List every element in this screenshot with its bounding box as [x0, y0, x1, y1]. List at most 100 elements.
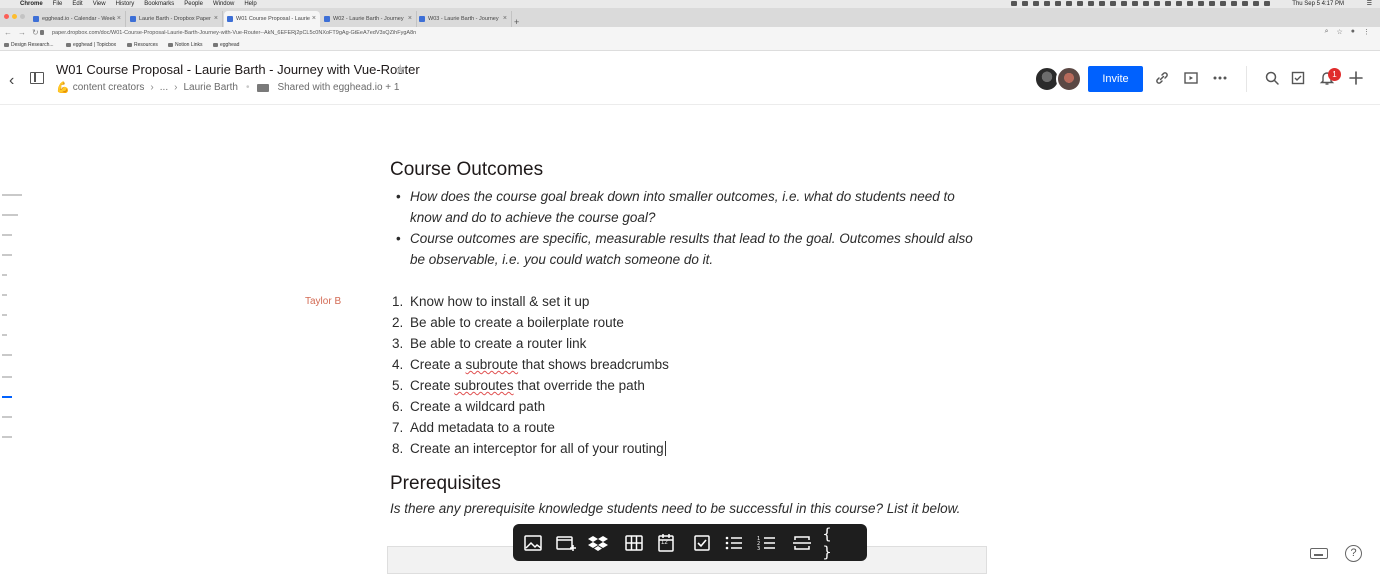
outline-mark[interactable]	[2, 334, 7, 336]
dropbox-icon[interactable]	[586, 531, 610, 555]
notification-center-icon[interactable]: ☰	[1367, 0, 1372, 8]
tray-icon[interactable]	[1121, 1, 1127, 6]
list-item[interactable]: 6. Create a wildcard path	[390, 396, 669, 417]
bookmark-item[interactable]: Design Research...	[4, 40, 54, 50]
close-tab-icon[interactable]: ×	[503, 11, 507, 27]
close-window-icon[interactable]	[4, 14, 9, 19]
close-tab-icon[interactable]: ×	[117, 11, 121, 27]
table-icon[interactable]	[622, 531, 646, 555]
comment-author[interactable]: Taylor B	[305, 296, 341, 307]
tray-icon[interactable]	[1176, 1, 1182, 6]
code-icon[interactable]: { }	[823, 525, 847, 561]
avatar[interactable]	[1056, 66, 1082, 92]
menu-bookmarks[interactable]: Bookmarks	[144, 0, 174, 8]
section-heading-outcomes[interactable]: Course Outcomes	[390, 159, 543, 181]
link-icon[interactable]	[1153, 70, 1171, 88]
url-field[interactable]: paper.dropbox.com/doc/W01-Course-Proposa…	[40, 28, 1320, 39]
list-item[interactable]: How does the course goal break down into…	[390, 186, 990, 228]
star-icon[interactable]: ★	[394, 61, 407, 78]
section-heading-prerequisites[interactable]: Prerequisites	[390, 473, 501, 495]
shared-with-text[interactable]: Shared with egghead.io + 1	[277, 82, 399, 93]
help-icon[interactable]: ?	[1345, 545, 1362, 562]
keyboard-shortcuts-icon[interactable]	[1310, 548, 1328, 559]
outline-mark[interactable]	[2, 194, 22, 196]
outline-mark[interactable]	[2, 436, 12, 438]
outline-mark[interactable]	[2, 234, 12, 236]
list-item[interactable]: 2. Be able to create a boilerplate route	[390, 312, 669, 333]
outline-mark[interactable]	[2, 314, 7, 316]
tray-icon[interactable]	[1242, 1, 1248, 6]
tray-icon[interactable]	[1099, 1, 1105, 6]
present-icon[interactable]	[1182, 70, 1200, 88]
tray-icon[interactable]	[1253, 1, 1259, 6]
list-item[interactable]: 1. Know how to install & set it up	[390, 291, 669, 312]
tray-icon[interactable]	[1110, 1, 1116, 6]
list-item[interactable]: 7. Add metadata to a route	[390, 417, 669, 438]
close-tab-icon[interactable]: ×	[408, 11, 412, 27]
breadcrumb-owner[interactable]: Laurie Barth	[183, 82, 237, 93]
outline-mark[interactable]	[2, 354, 12, 356]
tray-icon[interactable]	[1077, 1, 1083, 6]
search-icon[interactable]	[1263, 70, 1281, 88]
tray-icon[interactable]	[1231, 1, 1237, 6]
checkbox-icon[interactable]	[690, 531, 714, 555]
new-tab-icon[interactable]: +	[514, 17, 519, 27]
menu-edit[interactable]: Edit	[72, 0, 82, 8]
tray-icon[interactable]	[1165, 1, 1171, 6]
zoom-icon[interactable]: ⌕	[1325, 28, 1329, 36]
bulleted-list-icon[interactable]	[722, 531, 746, 555]
tray-icon[interactable]	[1132, 1, 1138, 6]
tray-icon[interactable]	[1022, 1, 1028, 6]
sidebar-toggle-icon[interactable]	[30, 72, 44, 84]
profile-icon[interactable]: ●	[1351, 28, 1355, 36]
tray-icon[interactable]	[1264, 1, 1270, 6]
bookmark-folder[interactable]: Resources	[127, 40, 158, 50]
bookmark-item[interactable]: egghead | Topicbox	[66, 40, 116, 50]
list-item[interactable]: 4. Create a subroute that shows breadcrum…	[390, 354, 669, 375]
list-item[interactable]: 3. Be able to create a router link	[390, 333, 669, 354]
menu-view[interactable]: View	[93, 0, 106, 8]
menu-history[interactable]: History	[116, 0, 135, 8]
list-item[interactable]: Course outcomes are specific, measurable…	[390, 228, 990, 270]
outline-mark[interactable]	[2, 294, 7, 296]
more-options-icon[interactable]	[1211, 70, 1229, 88]
checklist-icon[interactable]	[1289, 70, 1307, 88]
menu-people[interactable]: People	[184, 0, 203, 8]
tray-icon[interactable]	[1044, 1, 1050, 6]
tray-icon[interactable]	[1066, 1, 1072, 6]
misspelled-word[interactable]: subroute	[466, 357, 519, 372]
tray-icon[interactable]	[1209, 1, 1215, 6]
tray-icon[interactable]	[1088, 1, 1094, 6]
tray-icon[interactable]	[1154, 1, 1160, 6]
tray-icon[interactable]	[1055, 1, 1061, 6]
outline-mark[interactable]	[2, 274, 7, 276]
forward-arrow-icon[interactable]: →	[18, 28, 26, 37]
back-chevron-icon[interactable]: ‹	[9, 72, 14, 90]
tray-icon[interactable]	[1220, 1, 1226, 6]
browser-tab-active[interactable]: W01 Course Proposal - Laurie ×	[224, 11, 320, 27]
tray-icon[interactable]	[1143, 1, 1149, 6]
minimize-window-icon[interactable]	[12, 14, 17, 19]
breadcrumb-folder[interactable]: content creators	[73, 82, 145, 93]
numbered-list-icon[interactable]: 123	[755, 531, 779, 555]
tray-icon[interactable]	[1033, 1, 1039, 6]
list-item[interactable]: 5. Create subroutes that override the pat…	[390, 375, 669, 396]
invite-button[interactable]: Invite	[1088, 66, 1143, 92]
browser-tab[interactable]: Laurie Barth - Dropbox Paper ×	[127, 11, 223, 27]
tray-icon[interactable]	[1198, 1, 1204, 6]
bookmark-star-icon[interactable]: ☆	[1336, 28, 1342, 36]
prerequisites-guidance[interactable]: Is there any prerequisite knowledge stud…	[390, 501, 960, 516]
bookmark-folder[interactable]: egghead	[213, 40, 239, 50]
reload-icon[interactable]: ↻	[32, 28, 39, 37]
menu-file[interactable]: File	[53, 0, 63, 8]
menu-help[interactable]: Help	[244, 0, 256, 8]
list-item[interactable]: 8. Create an interceptor for all of your …	[390, 438, 669, 459]
tray-icon[interactable]	[1187, 1, 1193, 6]
outline-mark[interactable]	[2, 254, 12, 256]
media-icon[interactable]	[554, 531, 578, 555]
image-icon[interactable]	[521, 531, 545, 555]
back-arrow-icon[interactable]: ←	[4, 28, 12, 37]
tray-icon[interactable]	[1011, 1, 1017, 6]
outline-mark[interactable]	[2, 416, 12, 418]
browser-tab[interactable]: egghead.io - Calendar - Week ×	[30, 11, 126, 27]
